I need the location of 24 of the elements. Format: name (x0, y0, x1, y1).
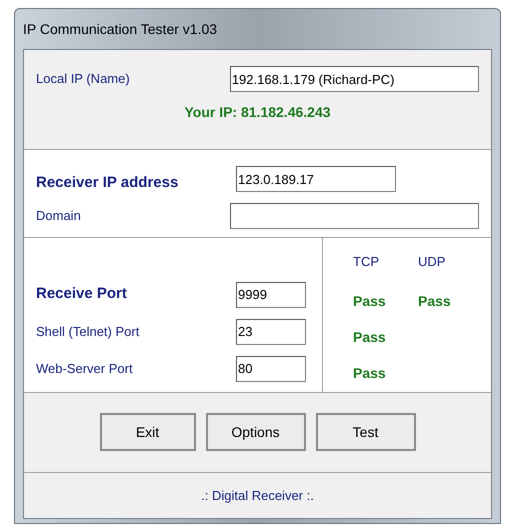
column-header: TCP (353, 254, 379, 270)
field-label: Web-Server Port (36, 360, 134, 378)
dialog-button[interactable]: Exit (100, 413, 196, 451)
field-label: Receiver IP address (36, 173, 180, 193)
window-title: IP Communication Tester v1.03 (23, 20, 218, 38)
result-text: Pass (353, 293, 386, 310)
text-field[interactable] (230, 202, 479, 228)
result-text: Pass (353, 364, 386, 381)
result-text: Pass (353, 328, 386, 345)
your-ip-text: Your IP: 81.182.46.243 (184, 103, 331, 122)
text-field[interactable]: 9999 (236, 282, 306, 308)
text-field[interactable]: 192.168.1.179 (Richard-PC) (230, 66, 479, 92)
field-label: Receive Port (36, 284, 128, 304)
text-field[interactable]: 80 (236, 356, 306, 382)
field-label: Local IP (Name) (36, 70, 131, 88)
dialog-button[interactable]: Test (316, 413, 416, 451)
footer-text: .: Digital Receiver :. (201, 486, 314, 505)
result-text: Pass (418, 293, 451, 310)
text-field[interactable]: 123.0.189.17 (236, 166, 396, 192)
column-header: UDP (418, 254, 446, 270)
field-label: Domain (36, 206, 82, 225)
text-field[interactable]: 23 (236, 318, 306, 344)
dialog-button[interactable]: Options (206, 413, 306, 451)
field-label: Shell (Telnet) Port (36, 322, 140, 341)
